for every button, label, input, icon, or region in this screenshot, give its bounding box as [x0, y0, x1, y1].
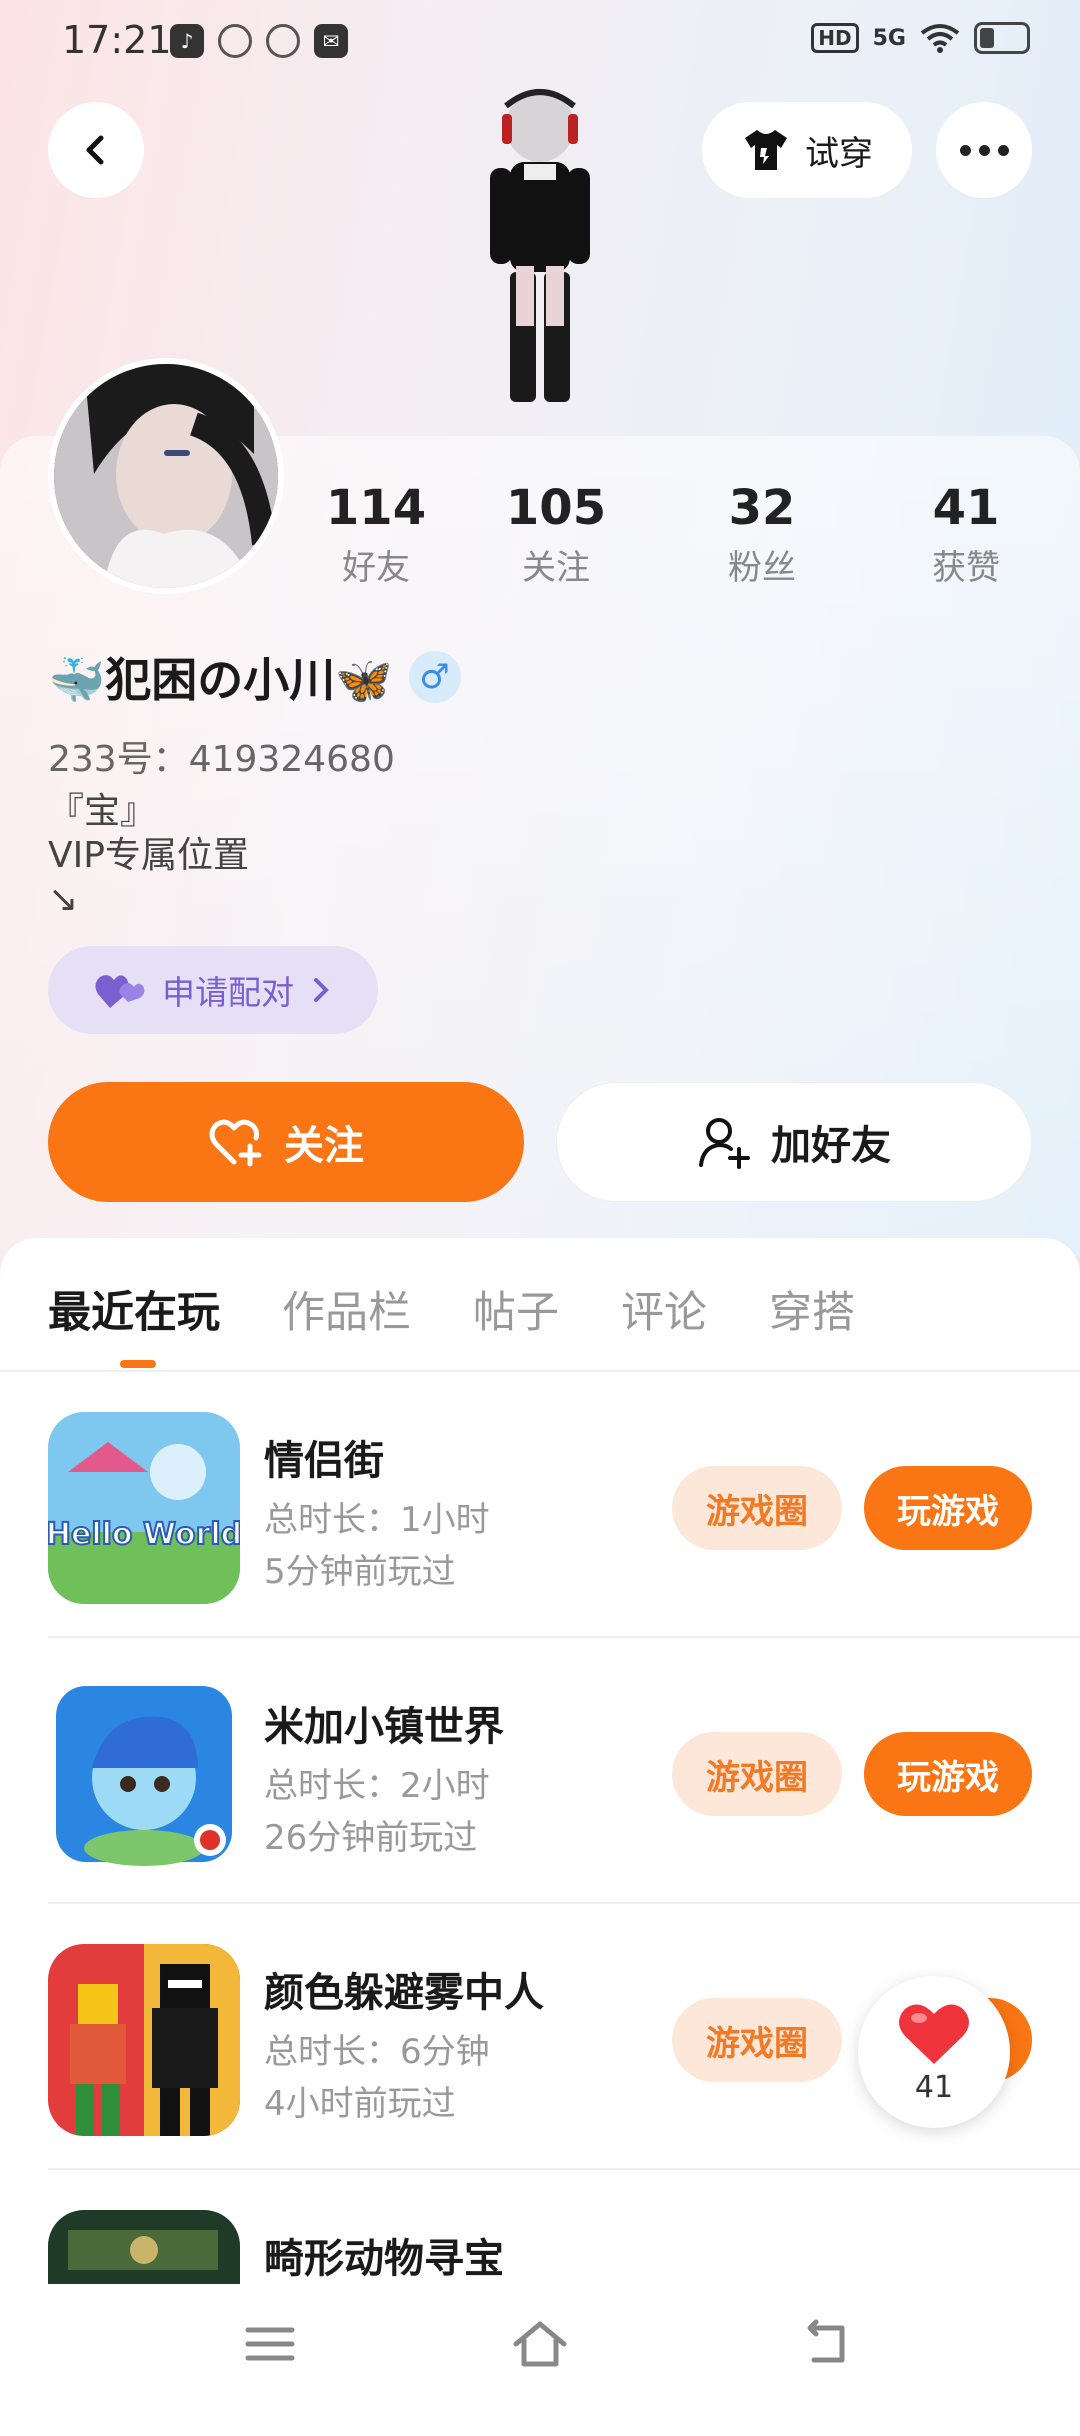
tiktok-icon: ♪: [170, 24, 204, 58]
game-circle-button[interactable]: 游戏圈: [672, 1732, 842, 1816]
stat-likes[interactable]: 41 获赞: [886, 480, 1046, 589]
add-user-icon: [699, 1118, 750, 1169]
heart-plus-icon: [209, 1119, 262, 1167]
game-name: 畸形动物寻宝: [264, 2236, 504, 2282]
game-circle-button[interactable]: 游戏圈: [672, 1466, 842, 1550]
back-nav-icon[interactable]: [796, 2314, 856, 2374]
message-notification-icon: ✉: [314, 24, 348, 58]
game-icon[interactable]: [48, 1944, 240, 2136]
game-icon[interactable]: Hello World: [48, 1412, 240, 1604]
stat-following[interactable]: 105 关注: [476, 480, 636, 589]
active-tab-indicator: [120, 1360, 156, 1368]
tab-outfits[interactable]: 穿搭: [769, 1278, 855, 1340]
avatar-figure[interactable]: [440, 86, 640, 446]
hello-world-text: Hello World: [48, 1517, 240, 1552]
stat-number: 114: [325, 480, 427, 536]
link-notification-icon: [266, 24, 300, 58]
like-button[interactable]: 41: [858, 1976, 1010, 2128]
game-name: 情侣街: [264, 1438, 384, 1484]
game-last-played: 4小时前玩过: [264, 2084, 456, 2124]
stat-label: 粉丝: [728, 548, 796, 588]
tab-bar: 最近在玩 作品栏 帖子 评论 穿搭: [48, 1278, 855, 1340]
bio: 『宝』 VIP专属位置 ↘: [48, 791, 249, 920]
settings-notification-icon: [218, 24, 252, 58]
menu-icon[interactable]: [240, 2314, 300, 2374]
tab-comments[interactable]: 评论: [621, 1278, 707, 1340]
try-on-label: 试穿: [805, 133, 873, 174]
home-icon[interactable]: [510, 2314, 570, 2374]
stat-friends[interactable]: 114 好友: [296, 480, 456, 589]
more-dot-icon: [959, 144, 971, 156]
game-circle-button[interactable]: 游戏圈: [672, 1998, 842, 2082]
try-on-button[interactable]: 试穿: [702, 102, 912, 198]
tab-works[interactable]: 作品栏: [282, 1278, 411, 1340]
heart-icon: [899, 2004, 969, 2064]
game-last-played: 26分钟前玩过: [264, 1818, 478, 1858]
avatar-image: [54, 364, 278, 588]
nickname-row: 🐳犯困の小川🦋 ♂: [48, 644, 461, 710]
game-duration: 总时长：1小时: [264, 1500, 490, 1540]
system-nav-bar: [0, 2284, 1080, 2408]
stat-number: 32: [728, 480, 796, 536]
system-icons: HD 5G: [811, 22, 1030, 54]
tshirt-icon: [745, 130, 787, 170]
game-icon-image: [48, 1944, 240, 2136]
game-icon[interactable]: [48, 1678, 240, 1870]
tab-posts[interactable]: 帖子: [473, 1278, 559, 1340]
more-button[interactable]: [936, 102, 1032, 198]
game-duration: 总时长：6分钟: [264, 2032, 490, 2072]
status-bar: 17:21 ♪ ✉ HD 5G: [0, 0, 1080, 84]
game-name: 颜色躲避雾中人: [264, 1970, 544, 2016]
request-pair-button[interactable]: 申请配对: [48, 946, 378, 1034]
signal-icon: 5G: [872, 25, 906, 51]
play-game-button[interactable]: 玩游戏: [864, 1466, 1032, 1550]
add-friend-label: 加好友: [771, 1123, 891, 1169]
chevron-right-icon: [314, 978, 329, 1002]
tab-recently-played[interactable]: 最近在玩: [48, 1278, 220, 1340]
back-button[interactable]: [48, 102, 144, 198]
double-heart-icon: [95, 975, 145, 1008]
game-icon-image: [48, 1678, 240, 1870]
more-dot-icon: [997, 144, 1009, 156]
nickname: 🐳犯困の小川🦋: [48, 653, 393, 707]
gender-male-icon: ♂: [408, 651, 461, 703]
game-item[interactable]: 米加小镇世界 总时长：2小时 26分钟前玩过 游戏圈 玩游戏: [48, 1638, 1080, 1904]
chevron-left-icon: [86, 135, 104, 165]
game-name: 米加小镇世界: [264, 1704, 504, 1750]
avatar[interactable]: [48, 358, 284, 594]
content-section: 最近在玩 作品栏 帖子 评论 穿搭 Hello World 情侣街 总时长：1小…: [0, 1238, 1080, 2402]
user-id[interactable]: 233号：419324680: [48, 730, 395, 782]
status-time: 17:21: [62, 18, 172, 62]
stat-number: 105: [505, 480, 607, 536]
add-friend-button[interactable]: 加好友: [556, 1082, 1032, 1202]
game-item[interactable]: Hello World 情侣街 总时长：1小时 5分钟前玩过 游戏圈 玩游戏: [48, 1372, 1080, 1638]
stat-label: 好友: [342, 548, 410, 588]
stat-number: 41: [932, 480, 1000, 536]
game-icon-image: Hello World: [48, 1412, 240, 1604]
hd-icon: HD: [811, 23, 859, 53]
request-pair-label: 申请配对: [162, 973, 294, 1012]
notification-icons: ♪ ✉: [170, 24, 348, 58]
stat-label: 获赞: [932, 548, 1000, 588]
avatar-illustration: [54, 364, 278, 588]
wifi-icon: [920, 24, 960, 53]
follow-button[interactable]: 关注: [48, 1082, 524, 1202]
game-last-played: 5分钟前玩过: [264, 1552, 456, 1592]
stat-fans[interactable]: 32 粉丝: [682, 480, 842, 589]
game-duration: 总时长：2小时: [264, 1766, 490, 1806]
play-game-button[interactable]: 玩游戏: [864, 1732, 1032, 1816]
more-dot-icon: [978, 144, 990, 156]
follow-label: 关注: [284, 1123, 364, 1169]
stat-label: 关注: [522, 548, 590, 588]
battery-icon: [974, 22, 1030, 54]
like-count: 41: [914, 2069, 954, 2105]
